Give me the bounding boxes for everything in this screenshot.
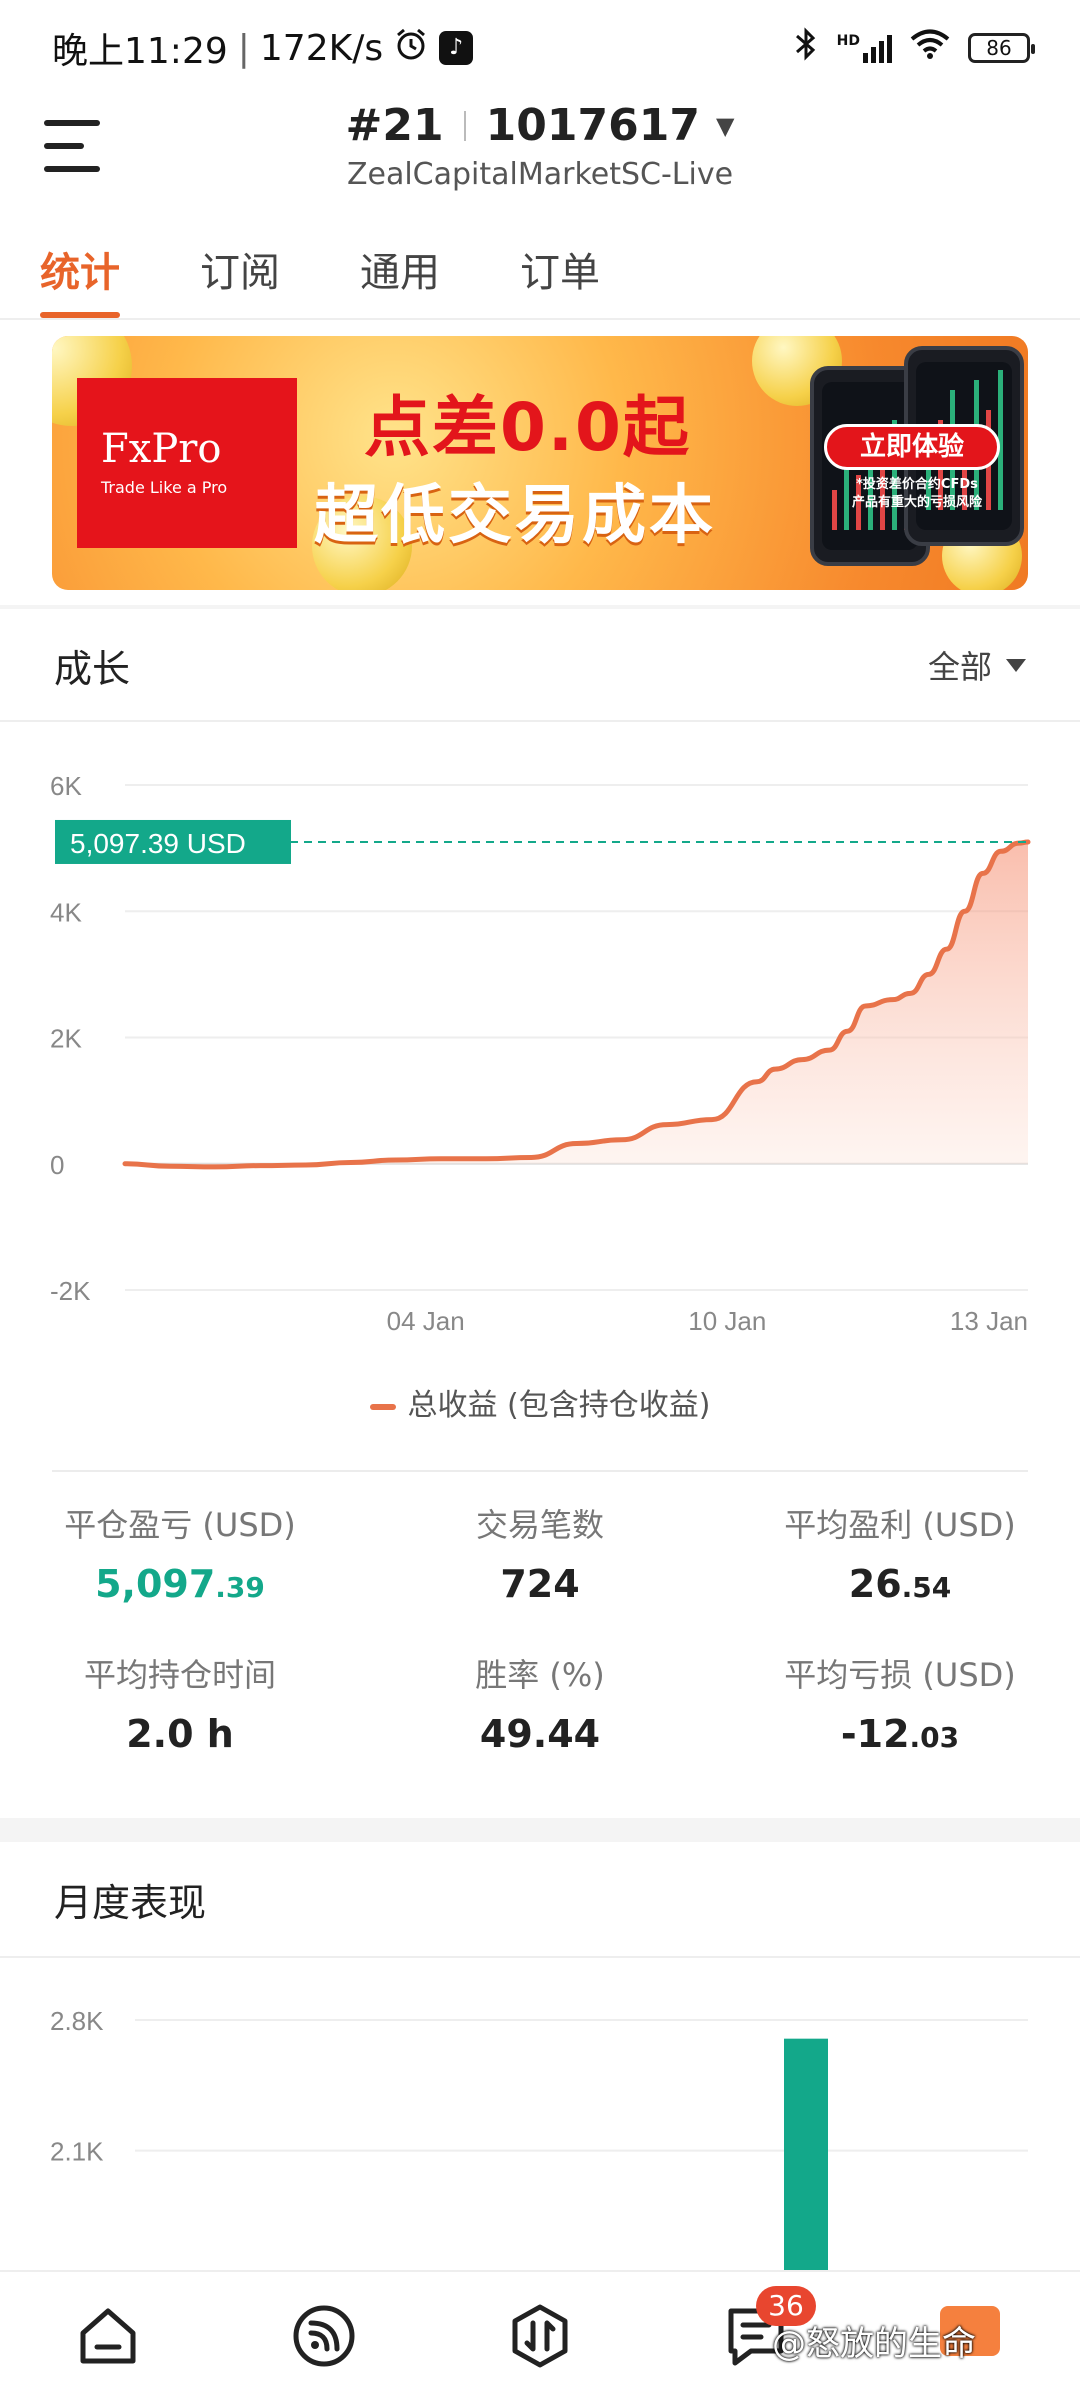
tab-bar: 统计 订阅 通用 订单	[0, 226, 1080, 320]
tiktok-icon: ♪	[439, 31, 474, 65]
disclaimer-line: 产品有重大的亏损风险	[851, 495, 982, 510]
disclaimer-line: *投资差价合约CFDs	[856, 477, 978, 492]
y-tick-label: -2K	[50, 1276, 91, 1306]
range-filter-dropdown[interactable]: 全部	[928, 642, 1026, 688]
battery-icon: 86	[968, 33, 1035, 63]
stat-value: 5,097.39	[95, 1562, 265, 1606]
brand-tagline: Trade Like a Pro	[101, 478, 228, 497]
monthly-section-header: 月度表现	[0, 1842, 1080, 1958]
stat-label: 平均亏损 (USD)	[784, 1656, 1016, 1694]
stat-avg-hold-time: 平均持仓时间 2.0 h	[0, 1650, 360, 1756]
account-id: 1017617	[485, 100, 700, 151]
tab-orders[interactable]: 订单	[520, 226, 600, 318]
growth-section-header: 成长 全部	[0, 610, 1080, 722]
net-speed: 172K/s	[259, 27, 384, 69]
separator	[463, 110, 466, 141]
tab-general[interactable]: 通用	[360, 226, 440, 318]
status-time: 晚上11:29	[52, 31, 228, 72]
divider	[0, 605, 1080, 609]
y-tick-label: 0	[50, 1150, 64, 1180]
stat-value: 2.0 h	[126, 1712, 234, 1756]
bluetooth-icon	[793, 26, 819, 70]
stat-label: 平仓盈亏 (USD)	[64, 1506, 296, 1544]
x-tick-label: 13 Jan	[950, 1306, 1028, 1336]
x-tick-label: 04 Jan	[387, 1306, 465, 1336]
nav-feed[interactable]	[216, 2272, 432, 2400]
banner-disclaimer: *投资差价合约CFDs 产品有重大的亏损风险	[832, 476, 1002, 512]
y-tick-label: 4K	[50, 897, 82, 927]
x-tick-label: 10 Jan	[688, 1306, 766, 1336]
caret-down-icon: ▼	[715, 111, 735, 140]
y-tick-label: 2.8K	[50, 2006, 104, 2036]
status-bar: 晚上11:29 | 172K/s ♪ HD 86	[0, 0, 1080, 96]
range-filter-label: 全部	[927, 648, 992, 686]
signal-icon: HD	[837, 33, 892, 63]
stat-avg-loss: 平均亏损 (USD) -12.03	[720, 1650, 1080, 1756]
legend-label: 总收益 (包含持仓收益)	[407, 1388, 711, 1423]
battery-level: 86	[986, 36, 1012, 60]
network-type: HD	[836, 33, 860, 49]
alarm-icon	[393, 26, 429, 71]
stat-closed-pnl: 平仓盈亏 (USD) 5,097.39	[0, 1500, 360, 1606]
chart-legend: 总收益 (包含持仓收益)	[0, 1380, 1080, 1424]
fxpro-logo: FxPro Trade Like a Pro	[77, 378, 297, 548]
server-name: ZealCapitalMarketSC-Live	[346, 157, 734, 192]
stat-value: 724	[500, 1562, 580, 1606]
stat-avg-profit: 平均盈利 (USD) 26.54	[720, 1500, 1080, 1606]
current-value-label: 5,097.39 USD	[70, 828, 246, 859]
watermark-text: @怒放的生命	[772, 2324, 976, 2364]
divider	[52, 1470, 1028, 1472]
y-tick-label: 2K	[50, 1024, 82, 1054]
menu-icon[interactable]	[44, 120, 100, 172]
y-tick-label: 2.1K	[50, 2137, 104, 2167]
feed-icon	[293, 2305, 355, 2367]
stat-label: 平均持仓时间	[83, 1656, 276, 1694]
monthly-title: 月度表现	[54, 1880, 207, 1925]
section-gap	[0, 1818, 1080, 1842]
nav-trade[interactable]	[432, 2272, 648, 2400]
brand-name: FxPro	[101, 426, 222, 472]
banner-cta-button[interactable]: 立即体验	[824, 424, 1000, 470]
bar	[784, 2038, 828, 2270]
trade-icon	[512, 2304, 568, 2368]
wifi-icon	[910, 28, 950, 68]
app-header: #21 1017617 ▼ ZealCapitalMarketSC-Live	[0, 96, 1080, 206]
tab-statistics[interactable]: 统计	[40, 226, 120, 318]
legend-swatch	[369, 1403, 396, 1410]
stat-value: 26.54	[848, 1562, 952, 1606]
stat-trade-count: 交易笔数 724	[360, 1500, 720, 1606]
tab-subscribe[interactable]: 订阅	[200, 226, 280, 318]
banner-subheadline: 超低交易成本	[314, 479, 716, 553]
monthly-chart: 1.4K2.1K2.8K	[50, 2006, 1028, 2270]
stat-win-rate: 胜率 (%) 49.44	[360, 1650, 720, 1756]
ad-banner[interactable]: FxPro Trade Like a Pro 点差0.0起 超低交易成本 立即体…	[52, 336, 1028, 590]
stat-value: -12.03	[840, 1712, 960, 1756]
account-selector[interactable]: #21 1017617 ▼ ZealCapitalMarketSC-Live	[0, 96, 1080, 192]
home-icon	[80, 2308, 136, 2364]
y-tick-label: 6K	[50, 771, 82, 801]
stat-label: 胜率 (%)	[475, 1656, 605, 1694]
banner-headline: 点差0.0起	[364, 389, 691, 466]
caret-down-icon	[1006, 658, 1026, 672]
stat-label: 平均盈利 (USD)	[784, 1506, 1016, 1544]
growth-chart: -2K 0 2K 4K 6K 04 Jan 10 Jan 13 Jan 5,097.39 USD	[50, 771, 1031, 1336]
nav-home[interactable]	[0, 2272, 216, 2400]
growth-title: 成长	[54, 646, 131, 691]
account-number: #21	[345, 100, 444, 151]
stat-label: 交易笔数	[475, 1506, 604, 1544]
series-area	[125, 841, 1028, 1167]
stat-value: 49.44	[479, 1712, 601, 1756]
